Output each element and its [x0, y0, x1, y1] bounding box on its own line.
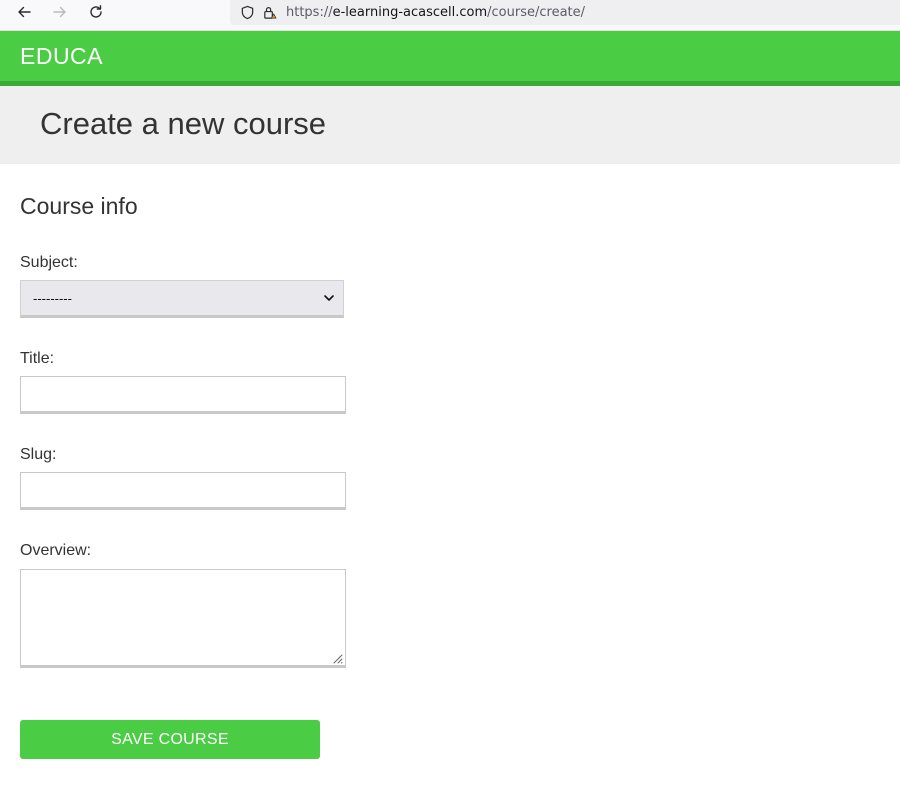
chevron-down-icon: [323, 292, 335, 304]
back-icon[interactable]: [10, 0, 38, 24]
title-input[interactable]: [20, 376, 346, 414]
overview-label: Overview:: [20, 542, 92, 559]
subject-label: Subject:: [20, 254, 78, 271]
save-course-button[interactable]: SAVE COURSE: [20, 720, 320, 759]
url-bar[interactable]: https://e-learning-acascell.com/course/c…: [230, 0, 900, 25]
reload-icon[interactable]: [82, 0, 110, 24]
app-header: EDUCA: [0, 31, 900, 86]
resize-grip-icon[interactable]: [331, 651, 343, 664]
overview-textarea[interactable]: [20, 569, 346, 668]
title-band: Create a new course: [0, 86, 900, 164]
slug-input[interactable]: [20, 472, 346, 510]
slug-label: Slug:: [20, 446, 57, 463]
url-host: e-learning-acascell.com: [332, 5, 488, 20]
forward-icon[interactable]: [46, 0, 74, 24]
title-label: Title:: [20, 350, 55, 367]
url-path: /course/create/: [487, 5, 586, 20]
subject-select[interactable]: ---------: [20, 280, 344, 318]
section-title: Course info: [20, 193, 138, 219]
lock-icon[interactable]: [260, 4, 278, 22]
url-text[interactable]: https://e-learning-acascell.com/course/c…: [286, 5, 585, 20]
browser-toolbar: https://e-learning-acascell.com/course/c…: [0, 0, 900, 31]
subject-select-value: ---------: [33, 290, 72, 306]
page-title: Create a new course: [40, 106, 327, 141]
site-logo[interactable]: EDUCA: [20, 43, 103, 70]
url-prefix: https://: [286, 5, 333, 20]
shield-icon[interactable]: [238, 4, 256, 22]
